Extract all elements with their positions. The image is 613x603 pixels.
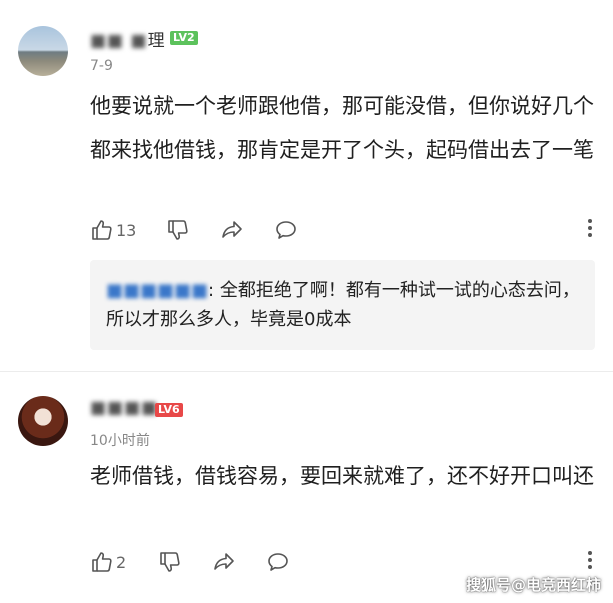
comment-item: ■■■■ LV6 10小时前 老师借钱，借钱容易，要回来就难了，还不好开口叫还 … bbox=[0, 372, 613, 603]
comment-icon bbox=[276, 221, 296, 239]
comment-body: 老师借钱，借钱容易，要回来就难了，还不好开口叫还 bbox=[90, 464, 594, 488]
timestamp: 7-9 bbox=[90, 58, 113, 74]
username-blurred: ■■■■ bbox=[90, 398, 159, 418]
comment-icon bbox=[268, 553, 288, 571]
thumb-down-icon bbox=[168, 220, 188, 240]
share-icon bbox=[222, 221, 242, 238]
like-count: 13 bbox=[116, 220, 137, 240]
reply-text: ■■■■■■: 全都拒绝了啊！都有一种试一试的心态去问，所以才那么多人，毕竟是0… bbox=[106, 276, 586, 334]
comment-body: 他要说就一个老师跟他借，那可能没借，但你说好几个都来找他借钱，那肯定是开了个头，… bbox=[90, 94, 594, 162]
like-button[interactable]: 13 bbox=[90, 218, 136, 242]
username-visible: 理 bbox=[147, 31, 166, 51]
reply-button[interactable] bbox=[274, 218, 298, 242]
reply-username[interactable]: ■■■■■■ bbox=[106, 280, 208, 301]
like-count: 2 bbox=[116, 552, 127, 572]
avatar[interactable] bbox=[18, 26, 68, 76]
dislike-button[interactable] bbox=[166, 218, 190, 242]
level-badge: LV2 bbox=[170, 31, 198, 45]
avatar[interactable] bbox=[18, 396, 68, 446]
share-button[interactable] bbox=[212, 550, 236, 574]
reply-button[interactable] bbox=[266, 550, 290, 574]
share-button[interactable] bbox=[220, 218, 244, 242]
thumb-up-icon bbox=[92, 220, 112, 240]
dislike-button[interactable] bbox=[158, 550, 182, 574]
comment-item: ■■ ■理 LV2 7-9 他要说就一个老师跟他借，那可能没借，但你说好几个都来… bbox=[0, 0, 613, 370]
username[interactable]: ■■■■ bbox=[90, 398, 158, 418]
username-blurred: ■■ ■ bbox=[90, 31, 148, 51]
watermark: 搜狐号@电竞西红柿 bbox=[465, 576, 601, 594]
thumb-down-icon bbox=[160, 552, 180, 572]
reply-preview[interactable]: ■■■■■■: 全都拒绝了啊！都有一种试一试的心态去问，所以才那么多人，毕竟是0… bbox=[90, 260, 595, 350]
more-icon[interactable] bbox=[588, 219, 592, 240]
timestamp: 10小时前 bbox=[90, 433, 150, 449]
level-badge: LV6 bbox=[155, 403, 183, 417]
action-bar: 13 bbox=[90, 218, 610, 242]
thumb-up-icon bbox=[92, 552, 112, 572]
like-button[interactable]: 2 bbox=[90, 550, 126, 574]
username[interactable]: ■■ ■理 bbox=[90, 26, 166, 51]
share-icon bbox=[214, 553, 234, 570]
more-icon[interactable] bbox=[588, 551, 592, 572]
action-bar: 2 bbox=[90, 550, 610, 574]
